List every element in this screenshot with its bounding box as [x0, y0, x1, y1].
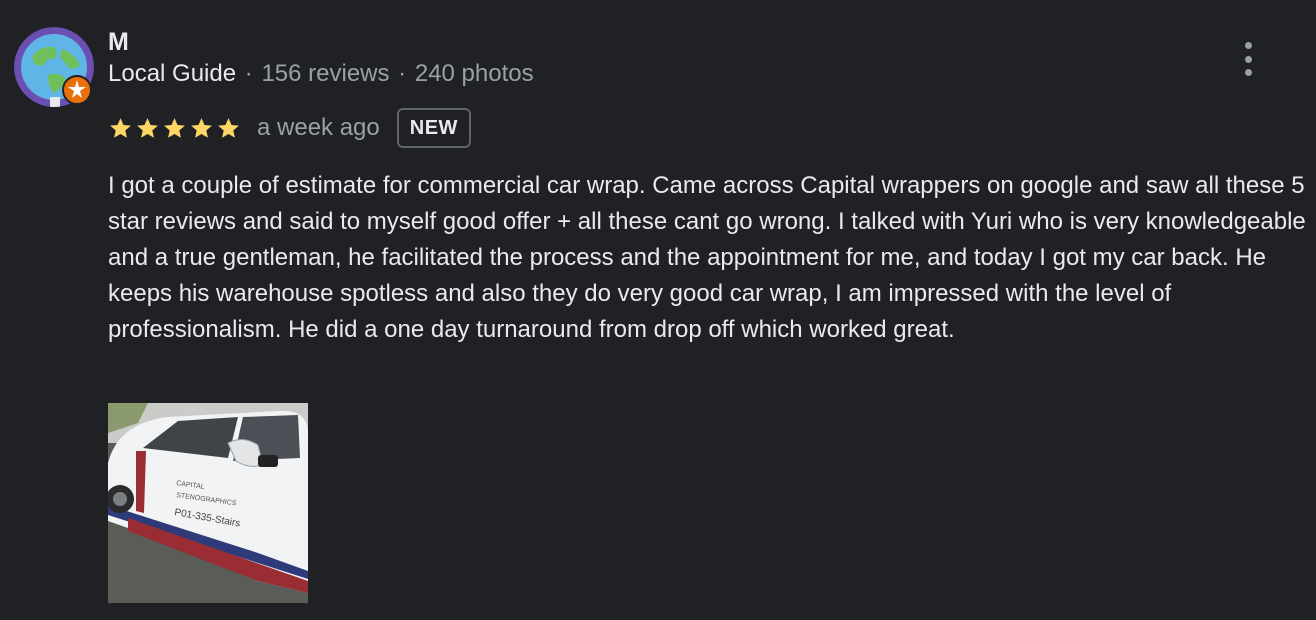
review-photo[interactable]: CAPITAL STENOGRAPHICS P01-335-Stairs — [108, 403, 308, 603]
new-badge: NEW — [396, 108, 471, 148]
local-guide-badge-icon — [62, 75, 92, 105]
review-text: I got a couple of estimate for commercia… — [108, 172, 1306, 343]
star-icon — [164, 117, 185, 138]
star-icon — [137, 117, 158, 138]
reviewer-name[interactable]: M — [108, 28, 129, 57]
local-guide-label: Local Guide — [108, 60, 237, 87]
star-rating — [108, 116, 241, 141]
separator: · — [398, 60, 407, 87]
rating-row: a week ago NEW — [108, 106, 471, 150]
star-icon — [191, 117, 212, 138]
review-time: a week ago — [257, 114, 380, 141]
car-photo-image: CAPITAL STENOGRAPHICS P01-335-Stairs — [108, 403, 308, 603]
reviewer-meta: Local Guide · 156 reviews · 240 photos — [108, 60, 534, 88]
photo-count: 240 photos — [414, 60, 534, 87]
review-count: 156 reviews — [261, 60, 390, 87]
star-icon — [110, 117, 131, 138]
more-vert-icon[interactable] — [1236, 42, 1260, 76]
separator: · — [244, 60, 253, 87]
star-icon — [218, 117, 239, 138]
